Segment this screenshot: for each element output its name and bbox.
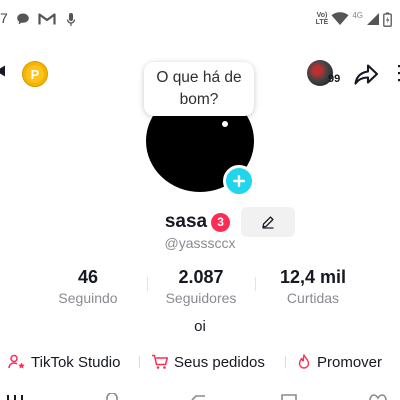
volte-indicator: Vo) LTE	[315, 12, 329, 26]
tiktok-studio-link[interactable]: TikTok Studio	[8, 351, 120, 373]
promote-link[interactable]: Promover	[296, 351, 382, 373]
saved-tab-icon[interactable]	[280, 393, 298, 400]
repost-tab-icon[interactable]	[190, 393, 208, 400]
liked-tab-icon[interactable]	[368, 393, 388, 400]
battery-icon	[383, 12, 392, 27]
status-time: 7	[0, 10, 8, 26]
coin-icon[interactable]: P	[22, 61, 48, 87]
user-handle: @yassscсx	[164, 235, 236, 251]
share-icon[interactable]	[352, 60, 380, 88]
orders-link[interactable]: Seus pedidos	[151, 351, 265, 373]
wifi-icon	[331, 12, 349, 25]
menu-icon[interactable]	[394, 62, 400, 84]
chat-bubble-icon	[17, 13, 29, 25]
promote-label: Promover	[317, 353, 383, 371]
cart-icon	[152, 354, 169, 369]
link-divider	[139, 356, 140, 368]
back-arrow-icon[interactable]	[0, 64, 6, 78]
status-bubble-text: O que há de bom?	[156, 69, 242, 108]
network-type: 4G	[352, 10, 363, 20]
tiktok-studio-label: TikTok Studio	[31, 353, 121, 371]
bio-text: oi	[194, 318, 206, 335]
stat-followers[interactable]: 2.087 Seguidores	[146, 266, 256, 307]
stat-likes[interactable]: 12,4 mil Curtidas	[258, 266, 368, 307]
signal-icon	[367, 13, 379, 25]
stat-following[interactable]: 46 Seguindo	[33, 266, 143, 307]
microphone-icon	[66, 13, 76, 26]
username: sasa	[164, 211, 208, 232]
stat-divider	[255, 277, 256, 291]
videos-grid-tab-icon[interactable]	[6, 393, 26, 400]
lock-tab-icon[interactable]	[104, 393, 120, 400]
person-star-icon	[8, 354, 25, 369]
status-bubble[interactable]: O que há de bom?	[144, 62, 254, 116]
orders-label: Seus pedidos	[174, 353, 265, 371]
notification-badge[interactable]: 3	[211, 212, 231, 232]
friends-count: 99	[328, 73, 341, 85]
bubble-tail-dot	[222, 121, 228, 127]
name-row: sasa 3	[0, 207, 400, 237]
pencil-icon	[262, 216, 274, 229]
edit-profile-button[interactable]	[241, 207, 296, 237]
plus-icon	[233, 175, 245, 187]
link-divider	[285, 356, 286, 368]
flame-icon	[298, 354, 310, 369]
gmail-icon	[38, 13, 56, 25]
add-photo-button[interactable]	[223, 165, 255, 197]
status-icons: Vo) LTE 4G	[316, 9, 392, 29]
